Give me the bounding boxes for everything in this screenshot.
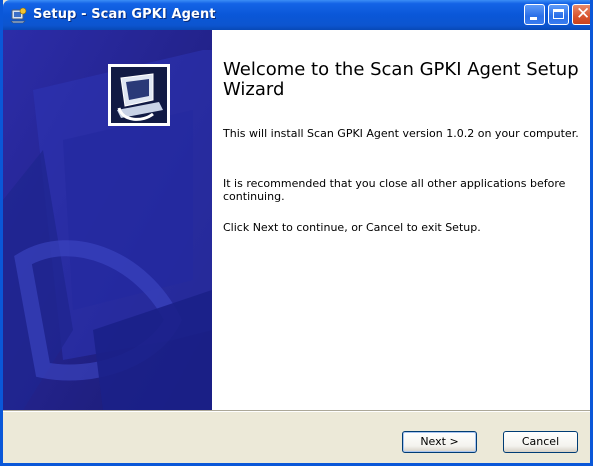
cancel-button[interactable]: Cancel [503,431,578,453]
minimize-icon [530,17,537,20]
wizard-banner-image [3,30,212,410]
instruction-text: Click Next to continue, or Cancel to exi… [223,221,481,234]
install-info-text: This will install Scan GPKI Agent versio… [223,127,579,140]
maximize-button[interactable] [548,4,569,25]
wizard-content: Welcome to the Scan GPKI Agent Setup Wiz… [3,30,590,410]
minimize-button[interactable] [524,4,545,25]
setup-icon [10,7,27,24]
button-bar: Next > Cancel [3,412,590,463]
setup-window: Setup - Scan GPKI Agent ✕ Welcome to the… [0,0,593,466]
computer-icon [108,64,170,126]
wizard-heading: Welcome to the Scan GPKI Agent Setup Wiz… [223,59,579,100]
window-title: Setup - Scan GPKI Agent [33,7,216,22]
recommendation-text: It is recommended that you close all oth… [223,177,566,203]
title-bar[interactable]: Setup - Scan GPKI Agent ✕ [3,0,591,30]
close-button[interactable]: ✕ [572,4,591,25]
close-icon: ✕ [576,4,591,24]
next-button[interactable]: Next > [402,431,477,453]
maximize-icon [553,9,564,19]
